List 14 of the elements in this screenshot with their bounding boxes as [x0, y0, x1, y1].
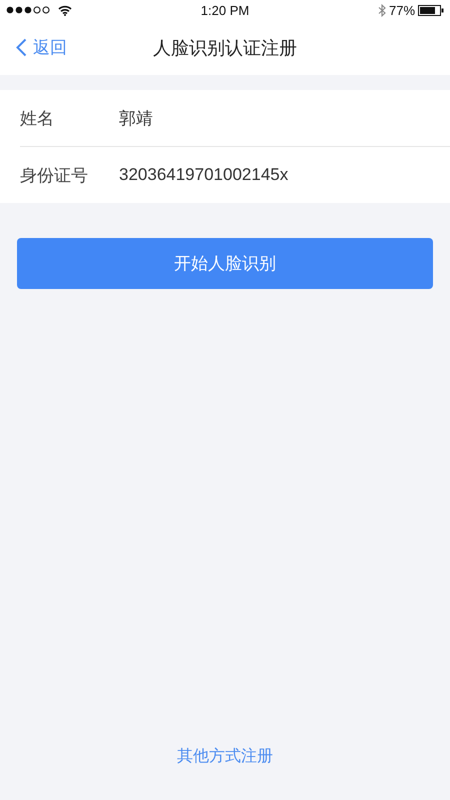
field-value: 郭靖 [119, 108, 153, 130]
field-label: 姓名 [20, 108, 55, 130]
field-value: 32036419701002145x [119, 165, 288, 185]
battery-icon [418, 4, 444, 16]
status-time: 1:20 PM [200, 2, 250, 18]
field-label: 身份证号 [20, 164, 89, 186]
chevron-left-icon [16, 38, 27, 57]
bluetooth-icon [378, 4, 386, 16]
start-face-recognition-button[interactable]: 开始人脸识别 [17, 238, 433, 289]
back-button[interactable]: 返回 [16, 20, 67, 75]
wifi-icon [58, 4, 72, 16]
other-register-link[interactable]: 其他方式注册 [177, 746, 273, 767]
battery-percent: 77% [388, 2, 416, 18]
page-title: 人脸识别认证注册 [153, 36, 297, 60]
